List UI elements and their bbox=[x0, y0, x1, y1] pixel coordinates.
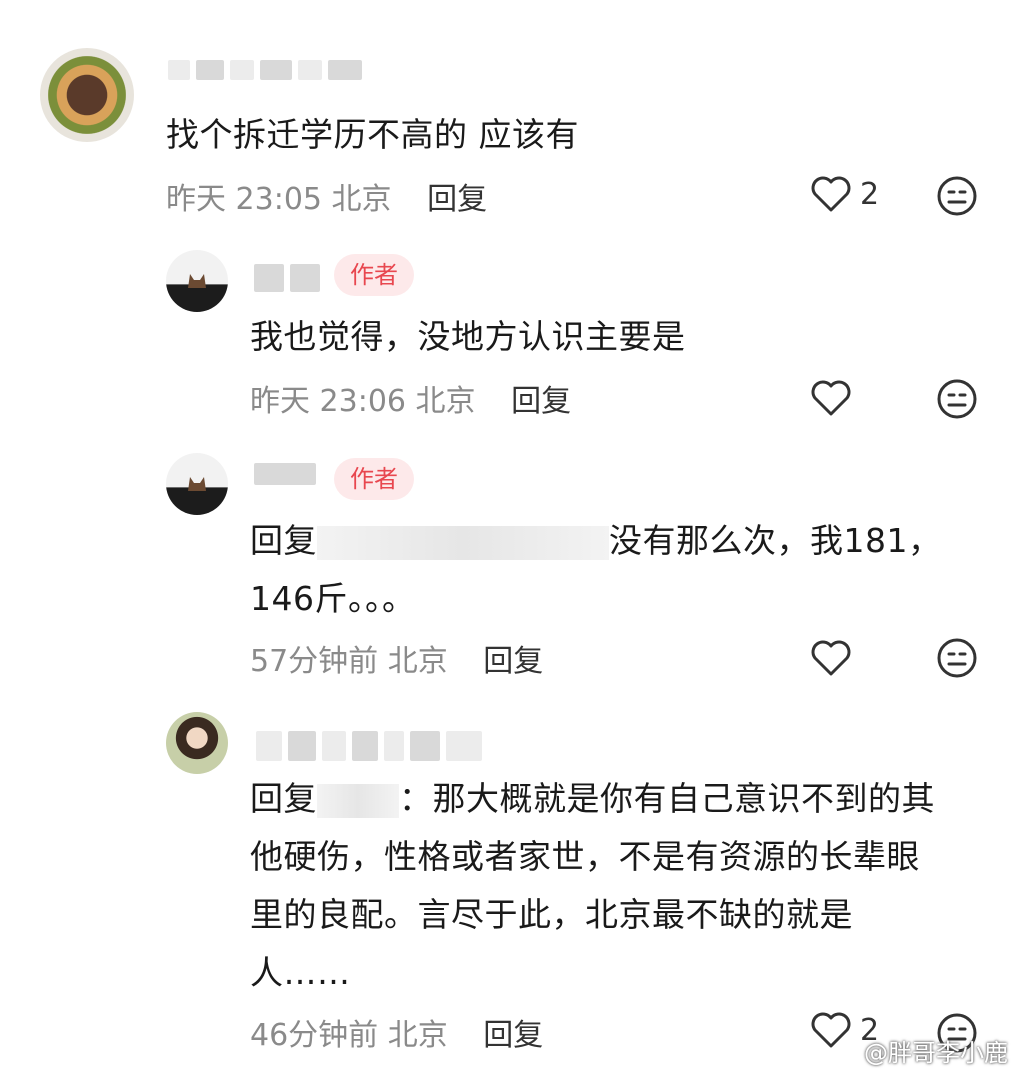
reply-prefix[interactable]: 回复 bbox=[250, 521, 317, 560]
comment-location: 北京 bbox=[331, 182, 392, 217]
reply-button[interactable]: 回复 bbox=[427, 182, 487, 217]
mention-blurred[interactable] bbox=[317, 783, 399, 818]
author-tag: 作者 bbox=[334, 254, 414, 296]
username-blurred[interactable] bbox=[254, 462, 316, 486]
avatar[interactable] bbox=[166, 250, 228, 312]
like-button[interactable]: 2 bbox=[810, 174, 879, 214]
comment-text-line4: 人…… bbox=[250, 953, 351, 992]
reply-button[interactable]: 回复 bbox=[483, 644, 543, 679]
comment-text-line2: 146斤。。。 bbox=[250, 579, 416, 618]
comment-time: 46分钟前 bbox=[250, 1018, 379, 1053]
reply-prefix[interactable]: 回复 bbox=[250, 779, 317, 818]
heart-outline-icon bbox=[811, 176, 851, 212]
comment-text: 我也觉得，没地方认识主要是 bbox=[250, 317, 686, 356]
like-button[interactable] bbox=[810, 378, 852, 418]
username-blurred[interactable] bbox=[254, 264, 320, 292]
like-button[interactable] bbox=[810, 638, 852, 678]
comment-time: 昨天 23:05 bbox=[166, 182, 322, 217]
comment-text-line1: 没有那么次，我181， bbox=[609, 521, 942, 560]
avatar[interactable] bbox=[166, 712, 228, 774]
reply-button[interactable]: 回复 bbox=[483, 1018, 543, 1053]
comment-time: 57分钟前 bbox=[250, 644, 379, 679]
avatar[interactable] bbox=[166, 453, 228, 515]
avatar[interactable] bbox=[40, 48, 134, 142]
comment-meta: 昨天 23:05 北京 回复 bbox=[166, 174, 487, 218]
comment-text-line1: ：那大概就是你有自己意识不到的其 bbox=[399, 779, 935, 818]
comment-location: 北京 bbox=[415, 384, 476, 419]
cat-icon bbox=[188, 274, 206, 288]
watermark: @胖哥李小鹿 bbox=[834, 1033, 1008, 1068]
neutral-face-icon[interactable] bbox=[936, 175, 978, 217]
comment-text: 回复 没有那么次，我181， 146斤。。。 bbox=[250, 512, 970, 628]
heart-outline-icon bbox=[811, 640, 851, 676]
neutral-face-icon[interactable] bbox=[936, 378, 978, 420]
comment-meta: 57分钟前 北京 回复 bbox=[250, 636, 543, 680]
reply-button[interactable]: 回复 bbox=[511, 384, 571, 419]
heart-outline-icon bbox=[811, 380, 851, 416]
comment-text-line3: 里的良配。言尽于此，北京最不缺的就是 bbox=[250, 895, 853, 934]
comment-text: 回复 ：那大概就是你有自己意识不到的其 他硬伤，性格或者家世，不是有资源的长辈眼 … bbox=[250, 770, 990, 1002]
watermark-text: @胖哥李小鹿 bbox=[864, 1039, 1008, 1067]
mention-blurred[interactable] bbox=[317, 525, 609, 560]
weibo-logo-icon bbox=[835, 1044, 857, 1061]
comment-text-line2: 他硬伤，性格或者家世，不是有资源的长辈眼 bbox=[250, 837, 920, 876]
comment-text: 找个拆迁学历不高的 应该有 bbox=[166, 115, 579, 154]
username-blurred[interactable] bbox=[168, 58, 362, 82]
comment-meta: 昨天 23:06 北京 回复 bbox=[250, 376, 571, 420]
author-tag: 作者 bbox=[334, 458, 414, 500]
cat-icon bbox=[188, 477, 206, 491]
comment-time: 昨天 23:06 bbox=[250, 384, 406, 419]
comment-location: 北京 bbox=[387, 644, 448, 679]
comment-location: 北京 bbox=[387, 1018, 448, 1053]
username-blurred[interactable] bbox=[256, 731, 482, 761]
comment-meta: 46分钟前 北京 回复 bbox=[250, 1010, 543, 1054]
like-count: 2 bbox=[860, 176, 880, 212]
neutral-face-icon[interactable] bbox=[936, 637, 978, 679]
